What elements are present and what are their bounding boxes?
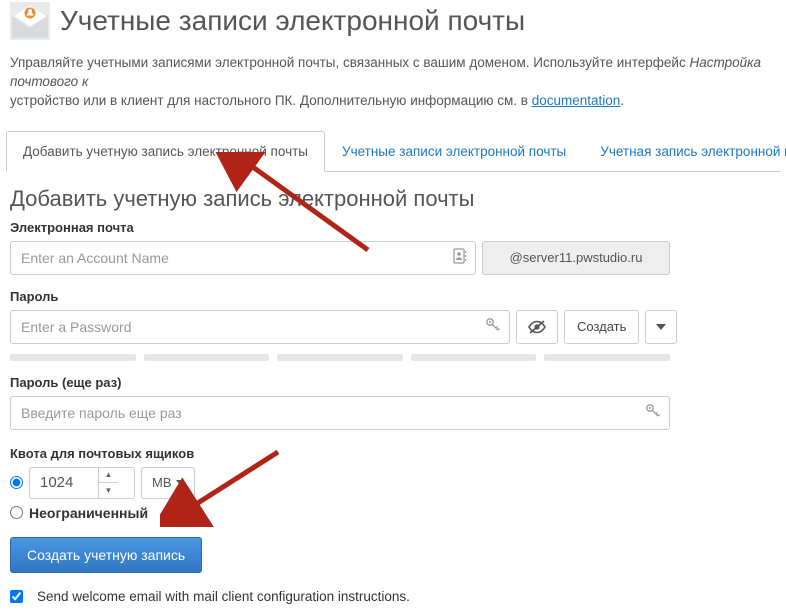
generate-password-button[interactable]: Создать — [564, 310, 639, 344]
password2-input[interactable] — [19, 397, 639, 429]
add-account-form: Электронная почта @server11.pwstudio.ru … — [0, 220, 786, 614]
mail-account-icon — [10, 2, 50, 40]
welcome-email-row: Send welcome email with mail client conf… — [10, 589, 776, 604]
create-account-button[interactable]: Создать учетную запись — [10, 537, 202, 573]
section-title: Добавить учетную запись электронной почт… — [10, 186, 776, 212]
strength-seg — [144, 354, 270, 361]
toggle-password-visibility[interactable] — [516, 310, 558, 344]
quota-unit-dropdown[interactable]: MB — [141, 467, 195, 499]
quota-fixed-row: ▲ ▼ MB — [10, 467, 776, 499]
strength-seg — [544, 354, 670, 361]
quota-unit-label: MB — [152, 475, 172, 490]
welcome-email-checkbox[interactable] — [10, 590, 23, 603]
intro-part2: устройство или в клиент для настольного … — [10, 93, 532, 108]
strength-seg — [10, 354, 136, 361]
password-strength-meter — [10, 354, 670, 361]
quota-input[interactable] — [38, 473, 98, 492]
quota-step-up[interactable]: ▲ — [99, 468, 118, 484]
intro-text: Управляйте учетными записями электронной… — [0, 46, 786, 117]
contacts-icon — [453, 248, 467, 268]
tab-default-account[interactable]: Учетная запись электронной почты по — [583, 131, 786, 172]
password-field-wrapper — [10, 310, 510, 344]
page-header: Учетные записи электронной почты — [0, 0, 786, 46]
welcome-email-label: Send welcome email with mail client conf… — [37, 589, 410, 604]
password-input[interactable] — [19, 311, 479, 343]
email-label: Электронная почта — [10, 220, 776, 235]
quota-fixed-radio[interactable] — [10, 476, 23, 489]
quota-unlimited-row: Неограниченный — [10, 505, 776, 521]
password2-field-wrapper — [10, 396, 670, 430]
password2-label: Пароль (еще раз) — [10, 375, 776, 390]
password-label: Пароль — [10, 289, 776, 304]
email-input[interactable] — [19, 242, 447, 274]
documentation-link[interactable]: documentation — [532, 93, 621, 108]
quota-unlimited-radio[interactable] — [10, 506, 23, 519]
email-field-wrapper — [10, 241, 476, 275]
domain-addon: @server11.pwstudio.ru — [482, 241, 670, 275]
generate-options-dropdown[interactable] — [645, 310, 677, 344]
tabs: Добавить учетную запись электронной почт… — [6, 131, 780, 172]
intro-part1: Управляйте учетными записями электронной… — [10, 55, 689, 70]
tab-list-accounts[interactable]: Учетные записи электронной почты — [325, 131, 583, 172]
quota-spinner: ▲ ▼ — [98, 468, 118, 498]
quota-label: Квота для почтовых ящиков — [10, 446, 776, 461]
strength-seg — [277, 354, 403, 361]
intro-part3: . — [620, 93, 624, 108]
page-title: Учетные записи электронной почты — [60, 5, 525, 37]
quota-number-field: ▲ ▼ — [29, 467, 135, 499]
key-icon — [645, 403, 661, 423]
quota-unlimited-label: Неограниченный — [29, 505, 148, 521]
key-icon — [485, 317, 501, 337]
tab-add-account[interactable]: Добавить учетную запись электронной почт… — [6, 131, 325, 172]
quota-step-down[interactable]: ▼ — [99, 483, 118, 498]
strength-seg — [411, 354, 537, 361]
